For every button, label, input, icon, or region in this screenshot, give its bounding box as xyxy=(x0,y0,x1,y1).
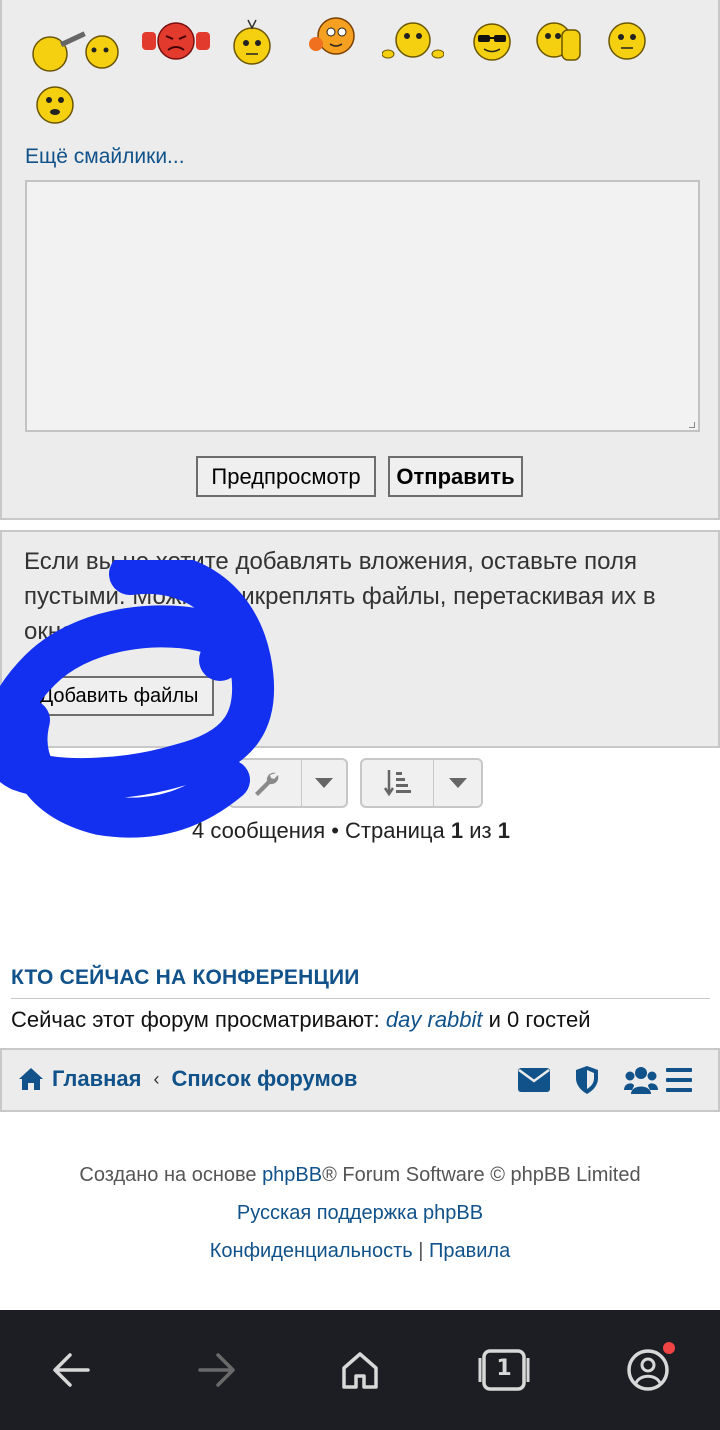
tabs-button[interactable]: 1 xyxy=(478,1348,530,1392)
tab-count: 1 xyxy=(496,1356,512,1381)
smiley-neutral-icon[interactable] xyxy=(606,20,648,62)
online-user-link[interactable]: day rabbit xyxy=(386,1007,483,1032)
sort-options-dropdown[interactable] xyxy=(360,758,483,808)
forward-arrow-icon[interactable] xyxy=(198,1352,236,1388)
smiley-thumbs-icon[interactable] xyxy=(534,18,584,64)
breadcrumb-home-link[interactable]: Главная xyxy=(52,1066,141,1092)
powered-prefix: Создано на основе xyxy=(79,1164,263,1186)
privacy-link[interactable]: Конфиденциальность xyxy=(210,1240,413,1262)
smiley-cool-icon[interactable] xyxy=(470,22,514,62)
reply-panel: Ещё смайлики... Предпросмотр Отправить xyxy=(0,0,720,520)
smiley-hammer-icon[interactable] xyxy=(30,28,122,74)
smiley-hands-icon[interactable] xyxy=(382,20,444,62)
chevron-down-icon xyxy=(434,760,481,806)
sort-icon xyxy=(362,760,434,806)
notification-badge xyxy=(663,1342,675,1354)
menu-icon[interactable] xyxy=(666,1068,692,1092)
powered-by-line: Создано на основе phpBB® Forum Software … xyxy=(0,1156,720,1194)
who-is-online-heading: КТО СЕЙЧАС НА КОНФЕРЕНЦИИ xyxy=(11,966,360,989)
smiley-confused-icon[interactable] xyxy=(230,16,274,66)
wrench-icon xyxy=(230,760,302,806)
topic-tools-dropdown[interactable] xyxy=(228,758,348,808)
resize-grip-icon[interactable] xyxy=(689,422,695,428)
add-files-button[interactable]: Добавить файлы xyxy=(24,676,214,716)
users-icon[interactable] xyxy=(624,1066,658,1094)
post-count-text: 4 сообщения • Страница xyxy=(192,818,451,843)
current-page: 1 xyxy=(450,818,464,843)
russian-support-link[interactable]: Русская поддержка phpBB xyxy=(237,1202,483,1224)
message-textarea[interactable] xyxy=(25,180,700,432)
total-pages: 1 xyxy=(497,818,510,843)
online-prefix: Сейчас этот форум просматривают: xyxy=(11,1007,386,1032)
chevron-down-icon xyxy=(302,760,346,806)
phpbb-link[interactable]: phpBB xyxy=(262,1164,322,1186)
browser-toolbar: 1 xyxy=(0,1310,720,1430)
powered-suffix: ® Forum Software © phpBB Limited xyxy=(322,1164,641,1186)
footer-navbar: Главная ‹ Список форумов xyxy=(0,1048,720,1112)
page: Ещё смайлики... Предпросмотр Отправить Е… xyxy=(0,0,720,1430)
page-of-text: из xyxy=(463,818,498,843)
breadcrumb-forum-list-link[interactable]: Список форумов xyxy=(171,1066,357,1092)
breadcrumb-separator: ‹ xyxy=(153,1068,160,1089)
more-smilies-link[interactable]: Ещё смайлики... xyxy=(25,145,185,169)
smiley-angry-icon[interactable] xyxy=(140,20,212,62)
breadcrumb: Главная ‹ Список форумов xyxy=(18,1066,357,1092)
footer-divider: | xyxy=(418,1240,424,1262)
online-users-text: Сейчас этот форум просматривают: day rab… xyxy=(11,1007,591,1033)
smiley-rolling-eyes-icon[interactable] xyxy=(306,14,360,60)
divider xyxy=(11,998,710,999)
online-suffix: и 0 гостей xyxy=(482,1007,591,1032)
shield-icon[interactable] xyxy=(576,1066,598,1094)
submit-button[interactable]: Отправить xyxy=(388,456,523,497)
rules-link[interactable]: Правила xyxy=(429,1240,510,1262)
smiley-surprised-icon[interactable] xyxy=(34,84,76,126)
site-footer: Создано на основе phpBB® Forum Software … xyxy=(0,1156,720,1270)
home-icon[interactable] xyxy=(340,1350,380,1390)
home-icon xyxy=(19,1068,43,1090)
account-icon[interactable] xyxy=(626,1348,670,1392)
preview-button[interactable]: Предпросмотр xyxy=(196,456,376,497)
attachment-help-text: Если вы не хотите добавлять вложения, ос… xyxy=(24,548,656,645)
back-arrow-icon[interactable] xyxy=(52,1352,90,1388)
envelope-icon[interactable] xyxy=(518,1068,550,1092)
attachment-panel: Если вы не хотите добавлять вложения, ос… xyxy=(0,530,720,748)
